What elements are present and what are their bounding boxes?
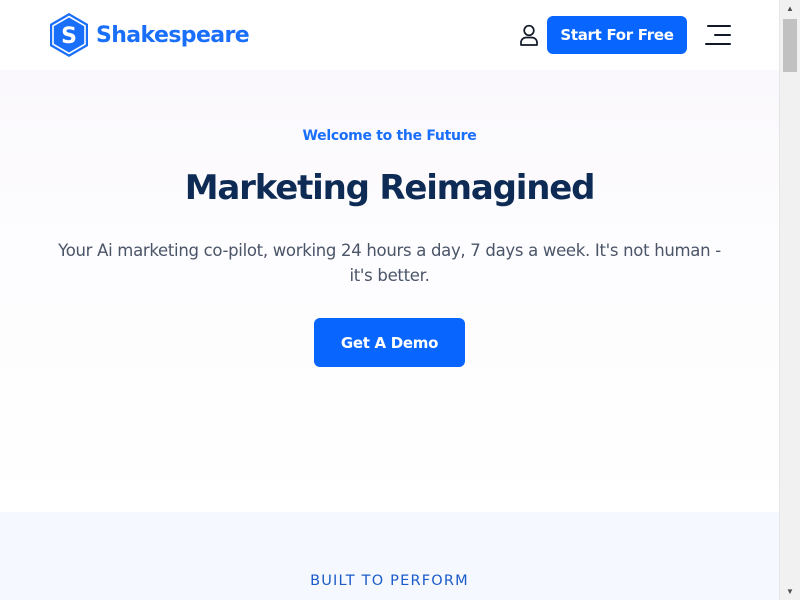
scroll-down-arrow-icon[interactable]: ▼	[780, 583, 800, 600]
hero-eyebrow: Welcome to the Future	[302, 128, 477, 144]
start-for-free-button[interactable]: Start For Free	[547, 16, 687, 54]
hero-subtitle: Your Ai marketing co-pilot, working 24 h…	[58, 241, 721, 285]
get-a-demo-button[interactable]: Get A Demo	[314, 318, 465, 367]
hero-title: Marketing Reimagined	[184, 168, 596, 208]
page-viewport: S Shakespeare Start For Free Welcome to …	[0, 0, 779, 600]
section-label: BUILT TO PERFORM	[310, 573, 469, 589]
hamburger-menu-icon[interactable]	[705, 24, 731, 46]
vertical-scrollbar[interactable]: ▲ ▼	[779, 0, 800, 600]
scroll-up-arrow-icon[interactable]: ▲	[780, 0, 800, 17]
built-to-perform-section: BUILT TO PERFORM	[0, 512, 779, 600]
shakespeare-logo-icon: S	[50, 13, 88, 57]
logo-link[interactable]: S Shakespeare	[47, 12, 250, 58]
hero-section: Welcome to the Future Marketing Reimagin…	[0, 70, 779, 512]
account-button[interactable]	[517, 23, 541, 47]
logo-letter: S	[61, 24, 77, 49]
user-icon	[520, 24, 538, 46]
logo-text: Shakespeare	[96, 22, 250, 48]
scrollbar-thumb[interactable]	[783, 19, 797, 72]
site-header: S Shakespeare Start For Free	[0, 0, 779, 70]
